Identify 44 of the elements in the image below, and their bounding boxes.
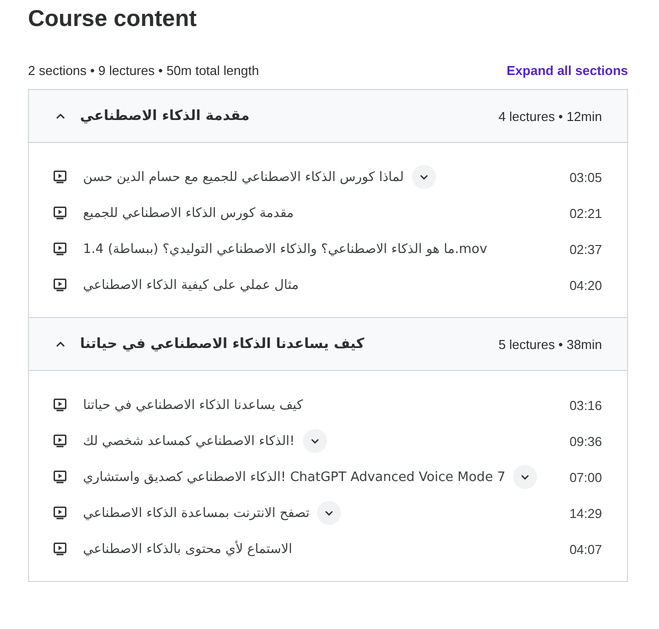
section-title: مقدمة الذكاء الاصطناعي	[80, 108, 250, 124]
expand-description-button[interactable]	[412, 165, 436, 189]
chevron-down-icon	[324, 510, 334, 516]
course-summary: 2 sections • 9 lectures • 50m total length	[28, 62, 259, 78]
lecture-title[interactable]: مثال عملي على كيفية الذكاء الاصطناعي	[83, 278, 299, 292]
video-icon	[53, 434, 67, 448]
video-icon	[53, 278, 67, 292]
video-icon	[53, 542, 67, 556]
lecture-duration: 02:37	[569, 242, 602, 256]
lecture-title[interactable]: الذكاء الاصطناعي كمساعد شخصي لك!	[83, 434, 295, 448]
lecture-title[interactable]: مقدمة كورس الذكاء الاصطناعي للجميع	[83, 206, 294, 220]
lecture-duration: 09:36	[569, 434, 602, 448]
lecture-title[interactable]: كيف يساعدنا الذكاء الاصطناعي في حياتنا	[83, 398, 303, 412]
lecture-title[interactable]: ما هو الذكاء الاصطناعي؟ والذكاء الاصطناعي التوليدي؟ (ببساطة) 1.4.mov	[83, 242, 488, 256]
chevron-down-icon	[520, 474, 530, 480]
caret-up-icon	[55, 112, 66, 120]
video-icon	[53, 170, 67, 184]
chevron-down-icon	[310, 438, 320, 444]
expand-description-button[interactable]	[302, 429, 327, 453]
lecture-title[interactable]: الاستماع لأي محتوى بالذكاء الاصطناعي	[83, 542, 292, 556]
video-icon	[53, 470, 67, 484]
video-icon	[53, 398, 67, 412]
video-icon	[53, 506, 67, 520]
lecture-duration: 04:20	[569, 278, 602, 292]
lecture-duration: 04:07	[569, 542, 602, 556]
expand-all-link[interactable]: Expand all sections	[506, 62, 628, 78]
lecture-duration: 02:21	[569, 206, 602, 220]
section-meta: 4 lectures • 12min	[498, 108, 602, 124]
expand-description-button[interactable]	[513, 465, 538, 489]
lecture-title[interactable]: تصفح الانترنت بمساعدة الذكاء الاصطناعي	[83, 506, 310, 520]
lecture-duration: 14:29	[569, 506, 602, 520]
lecture-title[interactable]: لماذا كورس الذكاء الاصطناعي للجميع مع حسام الدين حسن	[83, 170, 404, 184]
chevron-down-icon	[418, 174, 429, 180]
section-title: كيف يساعدنا الذكاء الاصطناعي في حياتنا	[80, 336, 364, 352]
video-icon	[53, 242, 67, 256]
lecture-duration: 03:05	[569, 170, 602, 184]
section-meta: 5 lectures • 38min	[498, 336, 602, 352]
video-icon	[53, 206, 67, 220]
lecture-title[interactable]: الذكاء الاصطناعي كصديق واستشاري! ChatGPT Advanced Voice Mode 7	[83, 470, 506, 484]
caret-up-icon	[55, 340, 66, 348]
lecture-duration: 07:00	[569, 470, 602, 484]
page-title: Course content	[28, 4, 198, 32]
expand-description-button[interactable]	[317, 501, 342, 525]
lecture-duration: 03:16	[569, 398, 602, 412]
